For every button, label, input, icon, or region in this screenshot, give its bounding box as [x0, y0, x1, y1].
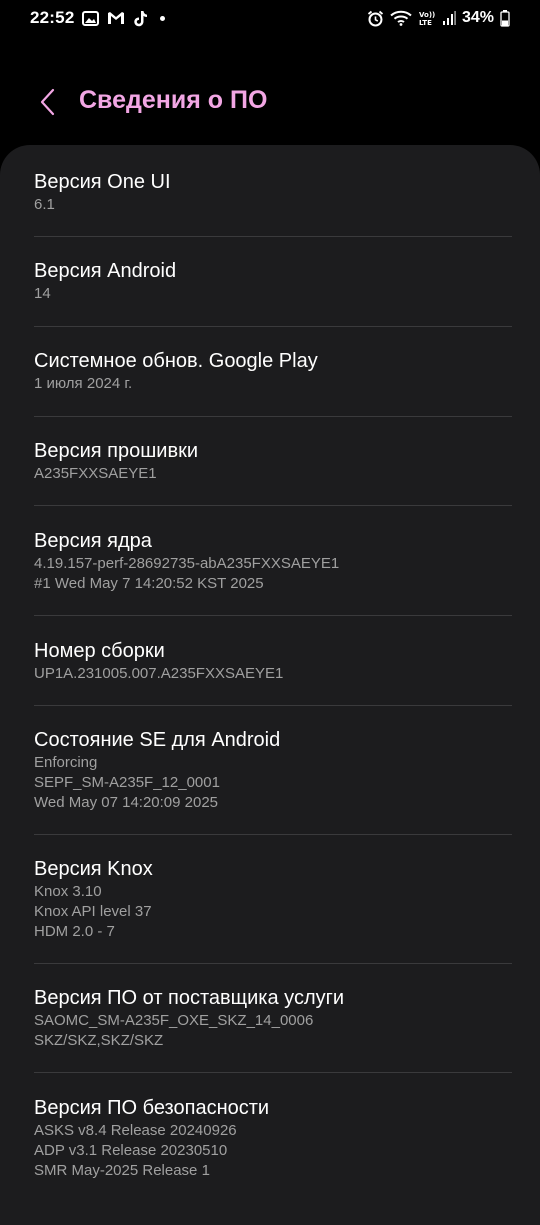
alarm-icon	[367, 10, 384, 27]
divider	[34, 834, 512, 835]
list-item-value: SEPF_SM-A235F_12_0001	[34, 774, 220, 791]
divider	[34, 236, 512, 237]
list-item-value: 1 июля 2024 г.	[34, 375, 133, 392]
list-item-android-version[interactable]: Версия Android 14	[34, 258, 512, 304]
divider	[34, 705, 512, 706]
divider	[34, 326, 512, 327]
list-item-title: Состояние SE для Android	[34, 729, 281, 751]
list-item-title: Версия ПО от поставщика услуги	[34, 987, 345, 1009]
list-item-build-number[interactable]: Номер сборки UP1A.231005.007.A235FXXSAEY…	[34, 638, 512, 684]
list-item-title: Системное обнов. Google Play	[34, 350, 318, 372]
list-item-value: SKZ/SKZ,SKZ/SKZ	[34, 1032, 164, 1049]
list-item-value: 4.19.157-perf-28692735-abA235FXXSAEYE1	[34, 555, 340, 572]
divider	[34, 963, 512, 964]
list-item-value: SMR May-2025 Release 1	[34, 1162, 210, 1179]
list-item-title: Версия ядра	[34, 530, 152, 552]
signal-icon	[442, 11, 456, 25]
status-time: 22:52	[30, 8, 75, 27]
list-item-knox-version[interactable]: Версия Knox Knox 3.10 Knox API level 37 …	[34, 856, 512, 942]
list-item-security-software-version[interactable]: Версия ПО безопасности ASKS v8.4 Release…	[34, 1095, 512, 1181]
list-item-title: Версия Android	[34, 260, 177, 282]
gallery-icon	[82, 10, 100, 26]
chevron-left-icon	[40, 88, 55, 116]
divider	[34, 1072, 512, 1073]
list-item-firmware-version[interactable]: Версия прошивки A235FXXSAEYE1	[34, 438, 512, 484]
list-item-one-ui-version[interactable]: Версия One UI 6.1	[34, 169, 512, 215]
list-item-kernel-version[interactable]: Версия ядра 4.19.157-perf-28692735-abA23…	[34, 528, 512, 594]
list-item-title: Версия прошивки	[34, 440, 198, 462]
list-item-value: A235FXXSAEYE1	[34, 465, 157, 482]
status-bar-right: Vo)) LTE 34%	[367, 9, 510, 27]
notification-dot	[160, 15, 166, 21]
list-item-value: 14	[34, 285, 51, 302]
status-bar-left: 22:52	[30, 8, 166, 28]
software-info-list: Версия One UI 6.1 Версия Android 14 Сист…	[0, 145, 540, 1225]
battery-percent: 34%	[461, 9, 494, 26]
list-item-carrier-software-version[interactable]: Версия ПО от поставщика услуги SAOMC_SM-…	[34, 985, 512, 1051]
volte-lte-icon: Vo)) LTE	[418, 9, 436, 27]
svg-text:Vo)): Vo))	[419, 11, 435, 19]
list-item-value: #1 Wed May 7 14:20:52 KST 2025	[34, 575, 264, 592]
tiktok-icon	[133, 10, 148, 27]
list-item-title: Версия One UI	[34, 171, 171, 193]
svg-text:LTE: LTE	[419, 19, 432, 27]
app-header: Сведения о ПО	[0, 80, 540, 124]
list-item-title: Версия ПО безопасности	[34, 1097, 270, 1119]
wifi-icon	[390, 10, 412, 26]
list-item-value: 6.1	[34, 196, 55, 213]
list-item-value: Wed May 07 14:20:09 2025	[34, 794, 219, 811]
list-item-title: Версия Knox	[34, 858, 153, 880]
divider	[34, 615, 512, 616]
page-title: Сведения о ПО	[79, 86, 268, 114]
divider	[34, 416, 512, 417]
list-item-value: ADP v3.1 Release 20230510	[34, 1142, 228, 1159]
gmail-icon	[107, 11, 125, 25]
list-item-value: Knox 3.10	[34, 883, 102, 900]
list-item-value: Knox API level 37	[34, 903, 152, 920]
list-item-value: UP1A.231005.007.A235FXXSAEYE1	[34, 665, 284, 682]
list-item-value: ASKS v8.4 Release 20240926	[34, 1122, 237, 1139]
battery-icon	[500, 9, 510, 27]
back-button[interactable]	[30, 84, 66, 120]
list-item-value: HDM 2.0 - 7	[34, 923, 115, 940]
list-item-google-play-update[interactable]: Системное обнов. Google Play 1 июля 2024…	[34, 348, 512, 394]
divider	[34, 505, 512, 506]
list-item-value: SAOMC_SM-A235F_OXE_SKZ_14_0006	[34, 1012, 314, 1029]
list-item-value: Enforcing	[34, 754, 98, 771]
status-bar: 22:52 Vo)) LTE 34%	[0, 0, 540, 36]
list-item-se-android-status[interactable]: Состояние SE для Android Enforcing SEPF_…	[34, 727, 512, 813]
list-item-title: Номер сборки	[34, 640, 165, 662]
